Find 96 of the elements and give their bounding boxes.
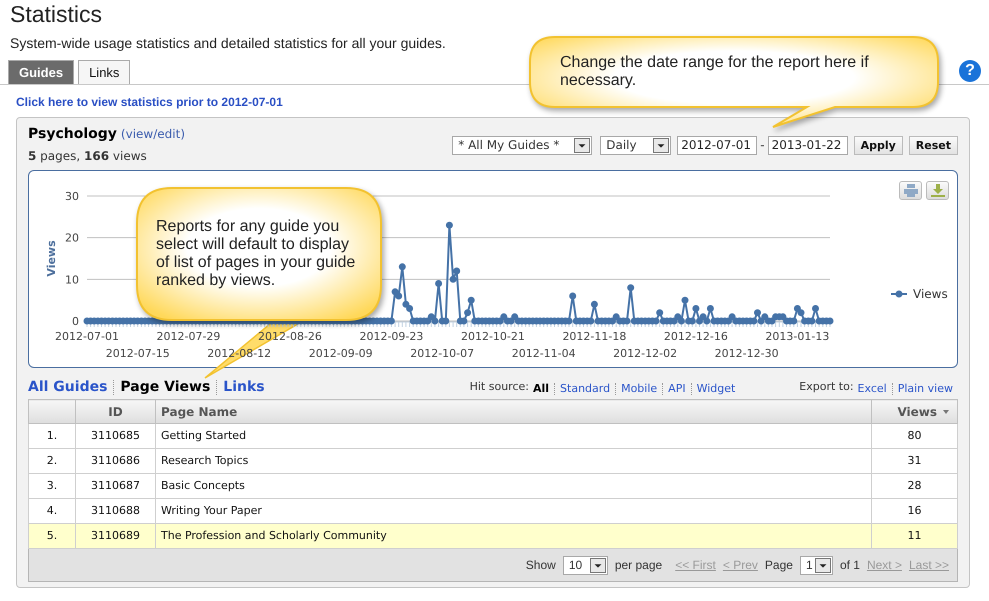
apply-button[interactable]: Apply (854, 136, 903, 154)
hit-source-option[interactable]: Mobile (615, 383, 662, 395)
guide-select[interactable]: * All My Guides * (452, 136, 592, 154)
callout-text: Reports for any guide you select will default to display of list of pages in your guide ranked by views. (156, 218, 356, 290)
table-cell: 31 (872, 448, 958, 474)
view-tab[interactable]: Links (216, 380, 271, 395)
interval-select[interactable]: Daily (600, 136, 672, 154)
hit-source-option[interactable]: API (662, 383, 691, 395)
page-label: Page (764, 558, 793, 572)
column-header[interactable]: Page Name (156, 400, 872, 424)
help-icon[interactable]: ? (959, 60, 981, 82)
page-select[interactable]: 1 (800, 556, 833, 574)
table-cell: Writing Your Paper (156, 498, 872, 524)
axis-label: 2012-07-01 (55, 330, 119, 343)
axis-label: 2012-11-04 (512, 347, 576, 360)
data-point (468, 296, 475, 304)
table-cell: 3. (28, 474, 76, 498)
axis-label: 10 (65, 273, 79, 286)
table-cell: 3110687 (76, 474, 156, 498)
hit-source-label: Hit source: (470, 378, 529, 394)
table-cell: 16 (872, 498, 958, 524)
table-cell: The Profession and Scholarly Community (156, 524, 872, 548)
table-cell: 3110685 (76, 424, 156, 448)
view-tab[interactable]: Page Views (113, 380, 216, 395)
data-point (435, 280, 442, 287)
table-cell: 3110686 (76, 448, 156, 474)
table-cell: Getting Started (156, 424, 872, 448)
axis-label: 2012-10-07 (410, 347, 474, 360)
axis-label: 30 (65, 190, 79, 203)
download-button[interactable] (926, 181, 949, 200)
date-separator: - (760, 137, 765, 154)
table-cell: 11 (872, 524, 958, 548)
per-page-select[interactable]: 10 (562, 556, 608, 574)
axis-label: 2012-12-16 (664, 330, 728, 343)
axis-label: 2012-09-09 (308, 347, 373, 360)
data-point (590, 300, 598, 308)
reset-button[interactable]: Reset (908, 136, 958, 154)
data-point (627, 284, 634, 292)
data-point (569, 292, 576, 300)
print-button[interactable] (899, 181, 922, 200)
page-subtitle: System-wide usage statistics and detailed statistics for all your guides. (10, 35, 447, 52)
caret-icon (574, 138, 590, 152)
start-date-field[interactable]: 2012-07-01 (677, 136, 758, 154)
page-title: Statistics (10, 0, 104, 28)
table-cell: 28 (872, 474, 958, 498)
tab[interactable]: Links (78, 60, 130, 84)
table-cell: 2. (28, 448, 76, 474)
callout-text: Change the date range for the report here if necessary. (560, 54, 870, 90)
page-count: of 1 (840, 558, 860, 572)
column-header[interactable]: Views (872, 400, 958, 424)
export-label: Export to: (799, 378, 854, 394)
data-point (446, 222, 453, 229)
table-cell: 80 (872, 424, 958, 448)
axis-label: 2012-07-15 (106, 347, 170, 360)
show-label: Show (526, 558, 556, 572)
guide-name: Psychology (28, 126, 117, 142)
axis-label: 0 (72, 315, 79, 328)
per-page-label: per page (614, 558, 662, 572)
column-header[interactable]: ID (76, 400, 156, 424)
table-cell: 5. (28, 524, 76, 548)
export-link[interactable]: Plain view (892, 383, 958, 395)
table-cell: Research Topics (156, 448, 872, 474)
table-cell: 3110689 (76, 524, 156, 548)
export-link[interactable]: Excel (858, 383, 892, 395)
axis-label: 2012-07-29 (156, 330, 220, 343)
axis-label: 2012-12-02 (613, 347, 678, 360)
axis-label: 2012-10-21 (460, 330, 525, 343)
axis-label: 2012-12-30 (714, 347, 779, 360)
data-point (812, 305, 819, 312)
tab[interactable]: Guides (8, 60, 74, 84)
caret-icon (814, 558, 831, 572)
legend-icon (891, 290, 907, 298)
data-point (398, 263, 406, 270)
end-date-field[interactable]: 2013-01-22 (768, 136, 848, 154)
prior-stats-link[interactable]: Click here to view statistics prior to 2012-07-01 (16, 95, 283, 109)
table-cell: 1. (28, 424, 76, 448)
hit-source-option[interactable]: Widget (690, 383, 740, 395)
data-point (682, 296, 688, 304)
guide-summary: 5 pages, 166 views (28, 148, 148, 165)
axis-title: Views (45, 240, 58, 277)
hit-source-option[interactable]: All (532, 383, 554, 395)
caret-icon (590, 558, 606, 572)
table-cell: 4. (28, 498, 76, 524)
table-cell: 3110688 (76, 498, 156, 524)
view-tab[interactable]: All Guides (28, 380, 114, 395)
printer-icon (904, 184, 918, 197)
legend-label: Views (913, 287, 948, 301)
axis-label: 2012-11-18 (562, 330, 626, 343)
table-cell: Basic Concepts (156, 474, 872, 498)
axis-label: 2012-09-23 (359, 330, 424, 343)
download-icon (930, 184, 944, 197)
view-edit-link[interactable]: (view/edit) (120, 127, 185, 141)
axis-label: 2013-01-13 (765, 330, 830, 343)
axis-label: 20 (65, 232, 79, 245)
caret-icon (653, 138, 670, 152)
hit-source-option[interactable]: Standard (554, 383, 616, 395)
